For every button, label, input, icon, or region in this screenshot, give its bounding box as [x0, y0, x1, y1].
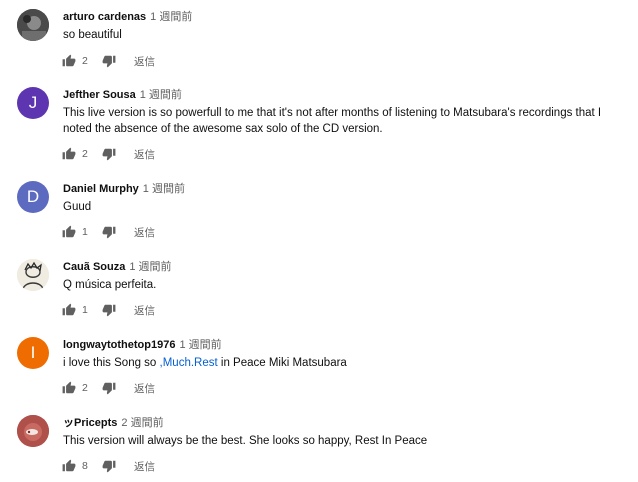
comment-header: Jefther Sousa 1 週間前	[63, 87, 182, 101]
like-count: 2	[82, 148, 88, 160]
comment-time[interactable]: 1 週間前	[179, 339, 221, 351]
thumbs-up-icon	[62, 225, 76, 238]
avatar[interactable]	[17, 259, 49, 291]
comment-author[interactable]: arturo cardenas	[63, 11, 146, 23]
reply-button[interactable]: 返信	[134, 54, 155, 69]
reply-button[interactable]: 返信	[134, 459, 155, 474]
comment-author[interactable]: longwaytothetop1976	[63, 339, 175, 351]
user-sketch-icon	[17, 259, 49, 291]
comment-time[interactable]: 1 週間前	[150, 11, 192, 23]
comment-actions: 8 返信	[62, 458, 155, 474]
comment-actions: 1 返信	[62, 302, 155, 318]
comment-header: Cauã Souza 1 週間前	[63, 259, 172, 273]
comment-text-part: in Peace Miki Matsubara	[217, 357, 347, 369]
comment-actions: 1 返信	[62, 224, 155, 240]
thumbs-down-icon	[102, 148, 116, 161]
comment-header: longwaytothetop1976 1 週間前	[63, 337, 222, 351]
like-count: 2	[82, 55, 88, 67]
thumbs-up-icon	[62, 147, 76, 160]
thumbs-up-icon	[62, 459, 76, 472]
comment-header: Daniel Murphy 1 週間前	[63, 181, 185, 195]
reply-button[interactable]: 返信	[134, 225, 155, 240]
comment-author[interactable]: Jefther Sousa	[63, 89, 136, 101]
comment-author[interactable]: ッPricepts	[63, 417, 117, 429]
comment-link[interactable]: ,Much.Rest	[160, 357, 218, 369]
comment-text-part: i love this Song so	[63, 357, 160, 369]
dislike-button[interactable]	[102, 459, 116, 473]
comment-text: Q música perfeita.	[63, 279, 157, 291]
comment-time[interactable]: 1 週間前	[143, 183, 185, 195]
like-button[interactable]	[62, 225, 76, 239]
thumbs-up-icon	[62, 303, 76, 316]
comment-time[interactable]: 2 週間前	[121, 417, 163, 429]
comment-actions: 2 返信	[62, 53, 155, 69]
like-button[interactable]	[62, 54, 76, 68]
thumbs-down-icon	[102, 226, 116, 239]
like-button[interactable]	[62, 147, 76, 161]
reply-button[interactable]: 返信	[134, 303, 155, 318]
avatar-letter: D	[26, 187, 40, 206]
comment-text: so beautiful	[63, 29, 122, 41]
comment-actions: 2 返信	[62, 380, 155, 396]
avatar[interactable]	[17, 415, 49, 447]
comment-time[interactable]: 1 週間前	[140, 89, 182, 101]
comment-text: Guud	[63, 201, 92, 213]
dislike-button[interactable]	[102, 381, 116, 395]
user-photo-icon	[17, 415, 49, 447]
thumbs-down-icon	[102, 55, 116, 68]
comment-time[interactable]: 1 週間前	[129, 261, 171, 273]
like-count: 8	[82, 460, 88, 472]
avatar-letter: I	[30, 343, 36, 362]
comment-author[interactable]: Cauã Souza	[63, 261, 125, 273]
like-count: 1	[82, 304, 88, 316]
dislike-button[interactable]	[102, 147, 116, 161]
avatar[interactable]: J	[17, 87, 49, 119]
user-photo-icon	[17, 9, 49, 41]
thumbs-down-icon	[102, 460, 116, 473]
like-button[interactable]	[62, 381, 76, 395]
thumbs-up-icon	[62, 54, 76, 67]
reply-button[interactable]: 返信	[134, 381, 155, 396]
like-count: 1	[82, 226, 88, 238]
comment-header: ッPricepts 2 週間前	[63, 415, 164, 429]
thumbs-down-icon	[102, 304, 116, 317]
avatar[interactable]: I	[17, 337, 49, 369]
comment-actions: 2 返信	[62, 146, 155, 162]
avatar[interactable]: D	[17, 181, 49, 213]
avatar[interactable]	[17, 9, 49, 41]
comment-text: i love this Song so ,Much.Rest in Peace …	[63, 355, 628, 371]
like-count: 2	[82, 382, 88, 394]
reply-button[interactable]: 返信	[134, 147, 155, 162]
like-button[interactable]	[62, 459, 76, 473]
comment-author[interactable]: Daniel Murphy	[63, 183, 139, 195]
comment-text: This live version is so powerfull to me …	[63, 107, 602, 135]
thumbs-up-icon	[62, 381, 76, 394]
comment-text: This version will always be the best. Sh…	[63, 435, 428, 447]
comment-header: arturo cardenas 1 週間前	[63, 9, 192, 23]
avatar-letter: J	[28, 93, 38, 112]
like-button[interactable]	[62, 303, 76, 317]
dislike-button[interactable]	[102, 225, 116, 239]
thumbs-down-icon	[102, 382, 116, 395]
dislike-button[interactable]	[102, 54, 116, 68]
dislike-button[interactable]	[102, 303, 116, 317]
